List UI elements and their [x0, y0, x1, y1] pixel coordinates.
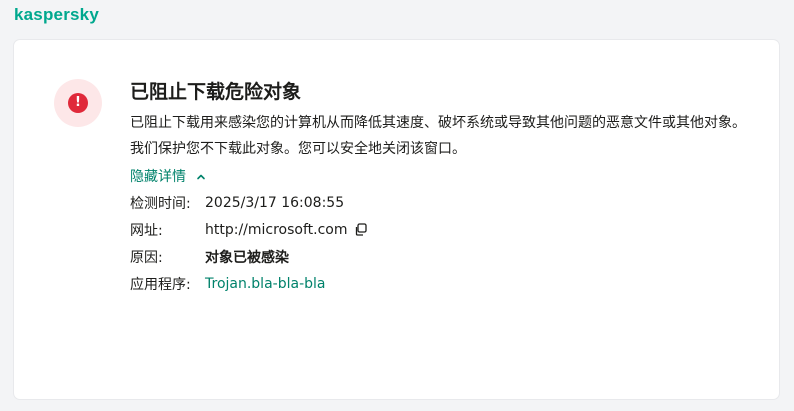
- detection-time-label: 检测时间:: [130, 195, 191, 212]
- alert-description: 已阻止下载用来感染您的计算机从而降低其速度、破坏系统或导致其他问题的恶意文件或其…: [130, 115, 746, 131]
- details-list: 检测时间: 2025/3/17 16:08:55 网址: http://micr…: [130, 189, 760, 297]
- url-value-wrap: http://microsoft.com: [205, 222, 367, 238]
- kaspersky-logo: kaspersky: [14, 5, 99, 24]
- hide-details-label: 隐藏详情: [130, 169, 186, 185]
- detail-row-url: 网址: http://microsoft.com: [130, 216, 760, 243]
- reason-label: 原因:: [130, 249, 163, 266]
- detail-row-reason: 原因: 对象已被感染: [130, 243, 760, 270]
- detail-row-time: 检测时间: 2025/3/17 16:08:55: [130, 189, 760, 216]
- application-label: 应用程序:: [130, 276, 191, 293]
- url-value: http://microsoft.com: [205, 221, 348, 238]
- chevron-up-icon: [197, 174, 205, 180]
- detail-row-application: 应用程序: Trojan.bla-bla-bla: [130, 270, 760, 297]
- alert-card: ! 已阻止下载危险对象 已阻止下载用来感染您的计算机从而降低其速度、破坏系统或导…: [14, 40, 779, 399]
- url-label: 网址:: [130, 222, 163, 239]
- alert-title: 已阻止下载危险对象: [130, 81, 302, 103]
- alert-note: 我们保护您不下载此对象。您可以安全地关闭该窗口。: [130, 141, 466, 157]
- alert-content: 已阻止下载危险对象 已阻止下载用来感染您的计算机从而降低其速度、破坏系统或导致其…: [130, 80, 760, 297]
- copy-icon[interactable]: [354, 223, 367, 236]
- detection-time-value: 2025/3/17 16:08:55: [205, 194, 345, 211]
- hide-details-toggle[interactable]: 隐藏详情: [130, 167, 206, 187]
- alert-icon-badge: !: [54, 79, 102, 127]
- reason-value: 对象已被感染: [205, 249, 289, 266]
- application-link[interactable]: Trojan.bla-bla-bla: [205, 276, 325, 292]
- exclamation-icon: !: [68, 93, 88, 113]
